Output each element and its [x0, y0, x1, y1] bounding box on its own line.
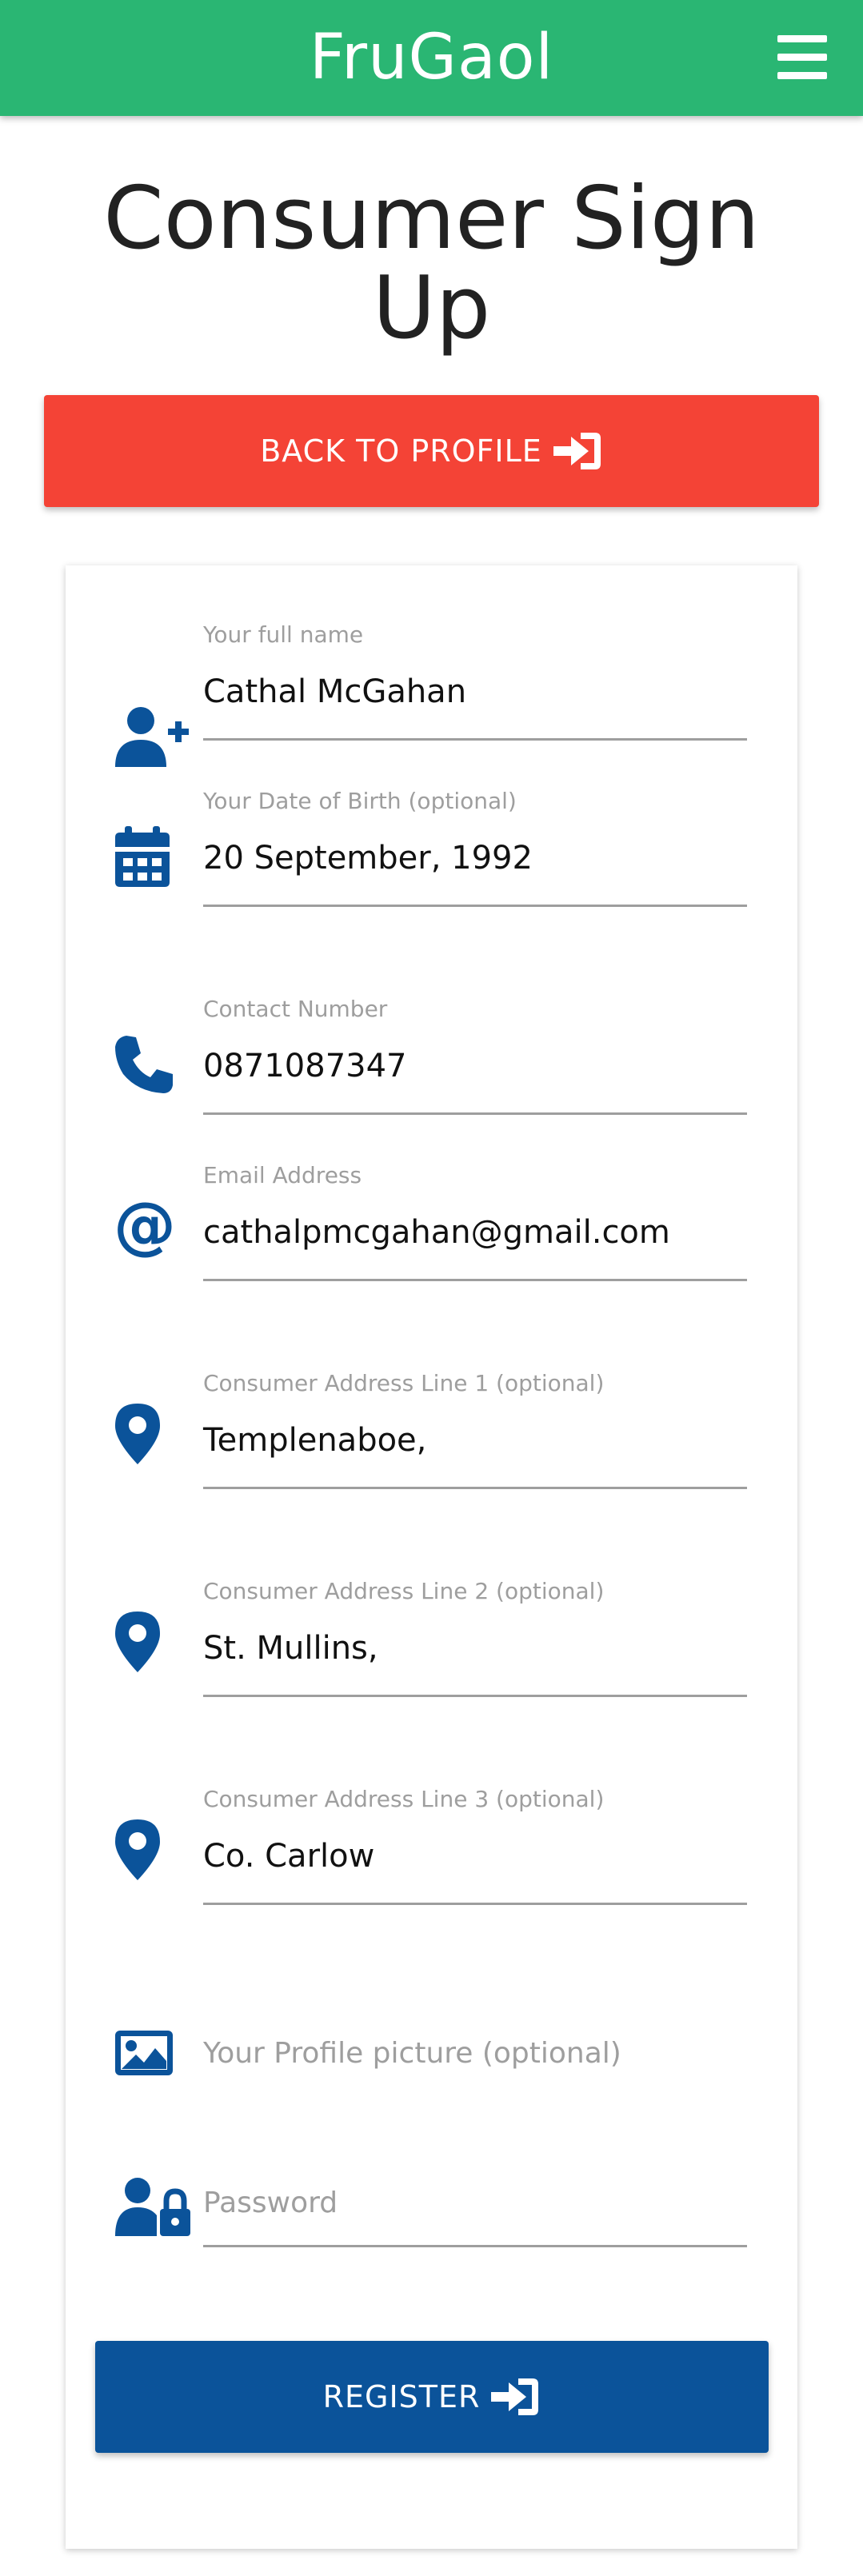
sign-in-icon — [491, 2376, 541, 2418]
image-icon — [114, 2029, 173, 2093]
contact-number-underline — [203, 1112, 747, 1115]
email-address-label: Email Address — [203, 1162, 362, 1188]
contact-number-label: Contact Number — [203, 996, 388, 1022]
email-address-underline — [203, 1279, 747, 1281]
map-pin-icon — [114, 1402, 171, 1466]
register-label: REGISTER — [322, 2379, 481, 2414]
back-to-profile-label: BACK TO PROFILE — [260, 433, 542, 469]
calendar-icon — [114, 825, 171, 889]
date-of-birth-input[interactable]: 20 September, 1992 — [203, 840, 533, 877]
password-input[interactable]: Password — [203, 2187, 338, 2219]
map-pin-icon — [114, 1818, 171, 1882]
email-address-input[interactable]: cathalpmcgahan@gmail.com — [203, 1214, 670, 1251]
address-line-2-label: Consumer Address Line 2 (optional) — [203, 1578, 605, 1604]
user-plus-icon — [114, 705, 189, 769]
at-sign-icon: @ — [114, 1190, 176, 1262]
back-to-profile-button[interactable]: BACK TO PROFILE — [44, 395, 819, 507]
sign-in-icon — [553, 430, 603, 472]
address-line-3-label: Consumer Address Line 3 (optional) — [203, 1786, 605, 1812]
brand-logo[interactable]: FruGaol — [0, 18, 863, 98]
map-pin-icon — [114, 1610, 171, 1674]
address-line-2-underline — [203, 1695, 747, 1697]
hamburger-menu-icon[interactable] — [777, 35, 827, 80]
profile-picture-input[interactable]: Your Profile picture (optional) — [203, 2037, 621, 2070]
address-line-3-underline — [203, 1903, 747, 1905]
page-title: Consumer Sign Up — [103, 169, 760, 358]
address-line-1-label: Consumer Address Line 1 (optional) — [203, 1370, 605, 1396]
signup-form-card: Your full name Cathal McGahan Your Date … — [66, 565, 797, 2549]
date-of-birth-underline — [203, 905, 747, 907]
address-line-1-input[interactable]: Templenaboe, — [203, 1422, 426, 1459]
phone-icon — [114, 1034, 173, 1098]
full-name-label: Your full name — [203, 621, 364, 648]
top-navbar: FruGaol — [0, 0, 863, 116]
full-name-underline — [203, 738, 747, 741]
user-lock-icon — [114, 2177, 194, 2241]
address-line-1-underline — [203, 1487, 747, 1489]
password-underline — [203, 2245, 747, 2247]
address-line-3-input[interactable]: Co. Carlow — [203, 1838, 374, 1875]
full-name-input[interactable]: Cathal McGahan — [203, 673, 466, 710]
contact-number-input[interactable]: 0871087347 — [203, 1048, 407, 1084]
register-button[interactable]: REGISTER — [95, 2341, 769, 2453]
date-of-birth-label: Your Date of Birth (optional) — [203, 788, 517, 814]
address-line-2-input[interactable]: St. Mullins, — [203, 1630, 378, 1667]
